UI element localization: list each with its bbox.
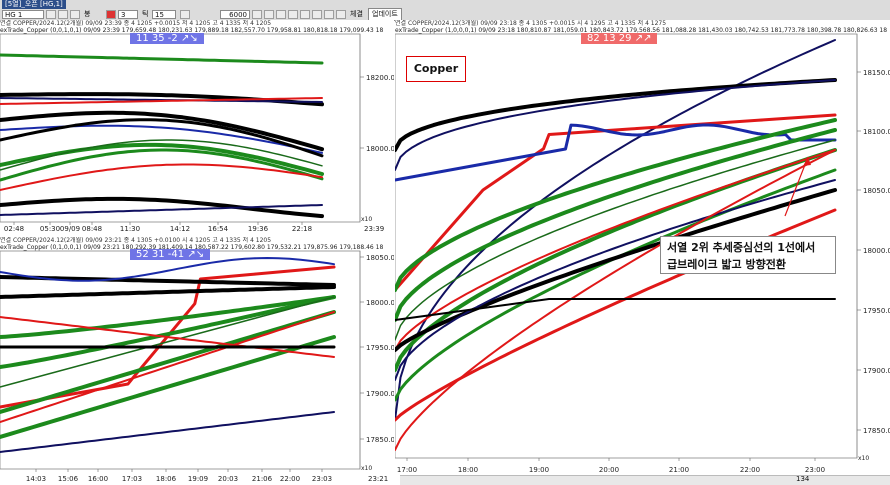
ma-line-9 [395,168,837,402]
x-tick-label: 22:18 [292,225,312,233]
y-tick-label: 18050.00 [863,187,890,195]
settings-icon[interactable] [276,10,286,19]
x-tick-label: 19:36 [248,225,269,233]
y-tick-label: 18200.00 [366,74,394,82]
scale-label: x10 [361,465,372,472]
chart-canvas[interactable]: 18200.00 18000.00 02:48 05:3009/0908:48 11:3… [0,20,394,236]
period-unit-label[interactable]: 틱 [142,10,148,19]
x-tick-label: 08:48 [82,225,102,233]
x-tick-label: 15:06 [58,475,79,483]
x-tick-label: 09/09 [60,225,80,233]
x-tick-label: 11:30 [120,225,140,233]
x-tick-label: 17:03 [122,475,142,483]
ma-line-6 [0,296,335,388]
mode-label[interactable]: 봉 [84,10,90,19]
ma-line-8 [0,311,335,423]
x-tick-label: 18:00 [458,466,478,474]
chart-panel-bottomleft: 연결 COPPER/2024.12(2개월) 09/09 23:21 종 4 1… [0,237,394,484]
x-tick-label: 21:06 [252,475,273,483]
toolbar: [5열]_오픈 [HG,1] HG 1 봉 3 틱 15 6000 체결 업데이… [0,0,890,21]
scale-label: x10 [361,216,372,223]
y-tick-label: 18050.00 [366,254,394,262]
ma-line-4 [395,79,836,171]
signal-badge: 52 31 -41 ↗↘ [130,249,211,260]
y-tick-label: 17950.00 [863,307,890,315]
zoom-in-icon[interactable] [58,10,68,19]
y-tick-label: 17900.00 [863,367,890,375]
period-combo[interactable]: 3 [118,10,138,19]
y-tick-label: 18150.00 [863,69,890,77]
grid-icon[interactable] [300,10,310,19]
symbol-combo[interactable]: HG 1 [2,10,44,19]
ma-line-7 [0,310,336,414]
x-tick-label: 23:03 [312,475,332,483]
lock-icon[interactable] [312,10,322,19]
x-tick-label: 16:54 [208,225,229,233]
draw-icon[interactable] [324,10,334,19]
x-tick-label: 20:03 [218,475,238,483]
ma-line-10 [0,411,335,453]
y-tick-label: 18000.00 [863,247,890,255]
x-tick-label: 20:00 [599,466,619,474]
clock-icon[interactable] [180,10,190,19]
trade-label[interactable]: 체결 [350,10,363,19]
ma-line-11 [0,316,335,358]
tick-icon[interactable] [106,10,116,19]
list-icon[interactable] [70,10,80,19]
signal-badge: 82 13 29 ↗↗ [581,33,658,44]
x-tick-label: 05:30 [40,225,60,233]
print-icon[interactable] [336,10,346,19]
count-combo[interactable]: 15 [152,10,176,19]
x-tick-label: 02:48 [4,225,24,233]
ma-line-3 [0,285,336,299]
x-tick-label: 23:21 [368,475,388,483]
x-tick-label: 22:00 [280,475,300,483]
chart-canvas[interactable]: 18050.00 18000.00 17950.00 17900.00 17850.00… [0,237,394,484]
x-tick-label: 23:00 [805,466,825,474]
scale-label: x10 [858,455,869,462]
x-tick-label: 23:39 [364,225,384,233]
x-tick-label: 14:12 [170,225,190,233]
annotation-line-1: 서열 2위 추세중심선의 1선에서 [667,241,816,254]
zoom-in-icon-2[interactable] [264,10,274,19]
x-tick-label: 16:00 [88,475,108,483]
ma-line-10 [0,163,323,191]
x-tick-label: 22:00 [740,466,760,474]
x-tick-label: 17:00 [397,466,417,474]
y-tick-label: 18000.00 [366,145,394,153]
window-title: [5열]_오픈 [HG,1] [2,0,66,9]
search-icon[interactable] [46,10,56,19]
x-tick-label: 14:03 [26,475,46,483]
ma-line-4 [0,295,336,339]
y-tick-label: 17850.00 [863,427,890,435]
y-tick-label: 18100.00 [863,128,890,136]
bar-count-input[interactable]: 6000 [220,10,250,19]
ma-line-3 [395,78,837,152]
x-tick-label: 19:00 [529,466,549,474]
bars-icon[interactable] [288,10,298,19]
x-tick-label: 19:09 [188,475,208,483]
x-tick-label: 21:00 [669,466,689,474]
copper-label: Copper [406,56,466,82]
x-tick-label: 18:06 [156,475,177,483]
annotation-note: 서열 2위 추세중심선의 1선에서 급브레이크 밟고 방향전환 [660,236,836,274]
zoom-out-icon[interactable] [252,10,262,19]
chart-panel-topleft: 연결 COPPER/2024.12(2개월) 09/09 23:39 종 4 1… [0,20,394,236]
y-tick-label: 17850.00 [366,436,394,444]
ma-line-0 [0,53,324,65]
y-tick-label: 17900.00 [366,390,394,398]
y-tick-label: 18000.00 [366,299,394,307]
zoom-value: 134 [796,475,810,483]
annotation-line-2: 급브레이크 밟고 방향전환 [667,258,786,271]
signal-badge: 11 35 -2 ↗↘ [130,33,204,44]
y-tick-label: 17950.00 [366,344,394,352]
